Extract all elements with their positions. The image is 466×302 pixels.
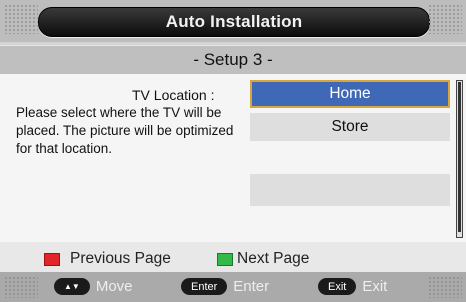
option-store[interactable]: Store [250, 113, 450, 141]
exit-label: Exit [362, 278, 388, 295]
exit-hint: Exit Exit [318, 278, 387, 295]
dot-pattern-decoration [428, 276, 462, 298]
red-key-icon [44, 252, 60, 266]
up-down-arrows-icon: ▲▼ [54, 278, 90, 295]
tv-location-label: TV Location : [132, 87, 215, 103]
title-bar: Auto Installation [0, 0, 466, 42]
enter-key-badge: Enter [181, 278, 228, 295]
scrollbar-thumb[interactable] [458, 82, 461, 232]
previous-page-label: Previous Page [70, 250, 171, 267]
dot-pattern-decoration [4, 276, 38, 298]
next-page-label: Next Page [237, 250, 310, 267]
title-pill: Auto Installation [38, 7, 430, 37]
previous-page-key[interactable]: Previous Page [44, 250, 171, 268]
exit-key-badge: Exit [318, 278, 357, 295]
option-home[interactable]: Home [250, 80, 450, 108]
enter-label: Enter [233, 278, 270, 295]
enter-hint: Enter Enter [181, 278, 269, 295]
color-key-row: Previous Page Next Page [0, 242, 466, 272]
option-label: Home [329, 85, 371, 102]
tv-location-description: Please select where the TV will be place… [16, 105, 234, 156]
dot-pattern-decoration [4, 4, 38, 34]
dot-pattern-decoration [428, 4, 462, 34]
footer-help-bar: ▲▼ Move Enter Enter Exit Exit [0, 272, 466, 302]
setup-step-label: - Setup 3 - [193, 50, 273, 69]
green-key-icon [217, 252, 233, 266]
next-page-key[interactable]: Next Page [217, 250, 309, 268]
option-empty[interactable] [250, 174, 450, 206]
scrollbar[interactable] [456, 80, 463, 238]
move-label: Move [95, 278, 133, 295]
move-hint: ▲▼ Move [54, 278, 133, 295]
setup-step-header: - Setup 3 - [0, 45, 466, 75]
option-label: Store [331, 118, 369, 135]
page-title: Auto Installation [165, 12, 303, 31]
